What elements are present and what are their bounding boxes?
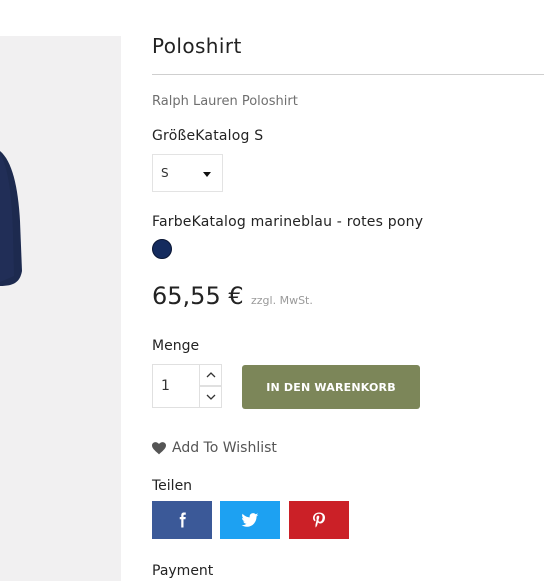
- heart-icon: [152, 442, 166, 455]
- product-price: 65,55 €: [152, 282, 244, 310]
- color-swatch-marineblau[interactable]: [152, 239, 172, 259]
- size-select[interactable]: S: [152, 154, 223, 192]
- tax-note: zzgl. MwSt.: [251, 294, 313, 307]
- pinterest-icon: [313, 512, 325, 528]
- add-to-cart-button[interactable]: IN DEN WARENKORB: [242, 365, 420, 409]
- share-label: Teilen: [152, 478, 193, 494]
- share-pinterest-button[interactable]: [289, 501, 349, 539]
- quantity-increase-button[interactable]: [199, 364, 222, 386]
- quantity-label: Menge: [152, 338, 200, 354]
- wishlist-label: Add To Wishlist: [172, 440, 277, 456]
- twitter-icon: [241, 513, 259, 527]
- chevron-down-icon: [206, 394, 216, 400]
- product-image[interactable]: [0, 36, 121, 581]
- product-title: Poloshirt: [152, 34, 242, 58]
- chevron-up-icon: [206, 372, 216, 378]
- color-label: FarbeKatalog marineblau - rotes pony: [152, 214, 424, 230]
- share-facebook-button[interactable]: [152, 501, 212, 539]
- polo-shirt-image: [0, 151, 22, 286]
- share-twitter-button[interactable]: [220, 501, 280, 539]
- quantity-decrease-button[interactable]: [199, 386, 222, 408]
- size-select-value: S: [161, 166, 169, 180]
- product-brand-line: Ralph Lauren Poloshirt: [152, 94, 298, 109]
- payment-label: Payment: [152, 563, 214, 579]
- chevron-down-icon: [203, 172, 211, 177]
- facebook-icon: [179, 512, 186, 528]
- size-label: GrößeKatalog S: [152, 128, 264, 144]
- title-divider: [152, 74, 544, 75]
- quantity-input[interactable]: [152, 364, 200, 408]
